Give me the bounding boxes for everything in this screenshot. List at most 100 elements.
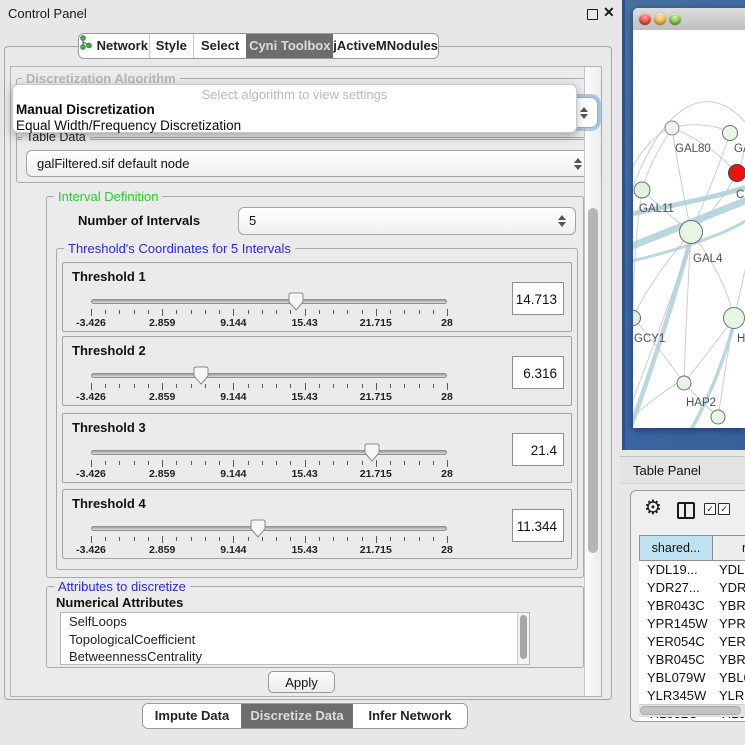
- slider-thumb[interactable]: [250, 519, 266, 538]
- table-row[interactable]: YLR345WYLR3: [639, 687, 745, 705]
- zoom-traffic-light-icon[interactable]: [669, 13, 681, 25]
- table-row[interactable]: YER054CYER0: [639, 633, 745, 651]
- float-window-icon[interactable]: [587, 9, 598, 20]
- table-cell[interactable]: YBL079W: [639, 669, 713, 687]
- table-cell[interactable]: YBR0: [713, 597, 745, 615]
- network-window-titlebar[interactable]: [633, 8, 745, 31]
- tick-mark: [333, 537, 334, 541]
- scrollbar-thumb[interactable]: [640, 706, 741, 715]
- network-node[interactable]: [665, 121, 679, 135]
- threshold-1-label: Threshold 1: [72, 269, 146, 284]
- table-cell[interactable]: YDL1: [713, 561, 745, 579]
- tick-mark: [233, 309, 234, 316]
- network-node[interactable]: [634, 182, 650, 198]
- scale-label: 9.144: [220, 544, 246, 556]
- table-row[interactable]: YDL19...YDL1: [639, 561, 745, 579]
- tick-mark: [419, 310, 420, 314]
- table-row[interactable]: YPR145WYPR1: [639, 615, 745, 633]
- tab-select[interactable]: Select: [193, 34, 246, 58]
- table-row[interactable]: YBR043CYBR0: [639, 597, 745, 615]
- close-traffic-light-icon[interactable]: [639, 13, 651, 25]
- network-node[interactable]: [711, 410, 725, 424]
- tab-cyni-toolbox[interactable]: Cyni Toolbox: [246, 34, 333, 58]
- network-node[interactable]: [633, 311, 641, 326]
- attribute-list-item[interactable]: TopologicalCoefficient: [61, 631, 529, 649]
- threshold-2-value-field[interactable]: 6.316: [512, 356, 564, 389]
- combo-stepper-icon: [558, 215, 566, 227]
- table-cell[interactable]: YPR145W: [639, 615, 713, 633]
- scale-label: 9.144: [220, 391, 246, 403]
- minimize-traffic-light-icon[interactable]: [654, 13, 666, 25]
- node-label: C: [736, 189, 744, 201]
- scale-label: -3.426: [76, 391, 106, 403]
- tick-mark: [148, 461, 149, 465]
- tick-mark: [148, 310, 149, 314]
- network-node[interactable]: [677, 376, 691, 390]
- panel-scrollbar[interactable]: [584, 67, 601, 696]
- apply-button[interactable]: Apply: [268, 671, 335, 693]
- popup-option-manual[interactable]: Manual Discretization: [13, 102, 576, 118]
- scale-label: 2.859: [149, 317, 175, 329]
- numerical-attributes-list[interactable]: SelfLoopsTopologicalCoefficientBetweenne…: [60, 612, 530, 665]
- table-cell[interactable]: YBR043C: [639, 597, 713, 615]
- number-of-intervals-combo[interactable]: 5: [238, 207, 576, 235]
- checkbox-icon[interactable]: ✓: [704, 503, 716, 515]
- threshold-3-slider[interactable]: -3.4262.8599.14415.4321.71528: [91, 448, 447, 482]
- table-cell[interactable]: YDR2: [713, 579, 745, 597]
- threshold-2-slider[interactable]: -3.4262.8599.14415.4321.71528: [91, 371, 447, 405]
- table-row[interactable]: YDR27...YDR2: [639, 579, 745, 597]
- attribute-list-item[interactable]: BetweennessCentrality: [61, 648, 529, 665]
- split-view-icon[interactable]: [677, 502, 695, 519]
- slider-thumb[interactable]: [193, 366, 209, 385]
- checkbox-icon[interactable]: ✓: [718, 503, 730, 515]
- table-horizontal-scrollbar[interactable]: [639, 704, 745, 717]
- slider-thumb[interactable]: [288, 292, 304, 311]
- network-node[interactable]: [680, 221, 703, 244]
- network-view-window: GAL80GACGAL11GAL4GCY1HHAP2: [633, 8, 745, 428]
- slider-thumb[interactable]: [364, 443, 380, 462]
- popup-option-equal-width[interactable]: Equal Width/Frequency Discretization: [13, 118, 576, 134]
- table-cell[interactable]: YER0: [713, 633, 745, 651]
- tab-impute-data[interactable]: Impute Data: [143, 704, 241, 728]
- threshold-1-value-field[interactable]: 14.713: [512, 282, 564, 315]
- table-data-combo[interactable]: galFiltered.sif default node: [26, 150, 592, 177]
- network-node[interactable]: [729, 165, 745, 182]
- network-canvas[interactable]: GAL80GACGAL11GAL4GCY1HHAP2: [633, 30, 745, 428]
- table-cell[interactable]: YPR1: [713, 615, 745, 633]
- scale-label: 28: [441, 317, 453, 329]
- attribute-list-item[interactable]: SelfLoops: [61, 613, 529, 631]
- threshold-4-slider[interactable]: -3.4262.8599.14415.4321.71528: [91, 524, 447, 558]
- close-icon[interactable]: ✕: [603, 4, 615, 21]
- table-cell[interactable]: YLR3: [713, 687, 745, 705]
- tab-discretize-data[interactable]: Discretize Data: [241, 704, 353, 728]
- tick-mark: [276, 384, 277, 388]
- tick-mark: [248, 384, 249, 388]
- table-row[interactable]: YBR045CYBR0: [639, 651, 745, 669]
- list-scrollbar[interactable]: [517, 613, 529, 664]
- network-node[interactable]: [723, 126, 738, 141]
- column-header-shared-name[interactable]: shared...: [639, 535, 713, 561]
- network-node[interactable]: [724, 308, 745, 329]
- tab-network[interactable]: Network: [79, 34, 149, 58]
- table-row[interactable]: YBL079WYBL0: [639, 669, 745, 687]
- tick-mark: [305, 536, 306, 543]
- tab-jactivemnodules[interactable]: jActiveMNodules: [333, 34, 438, 58]
- tick-mark: [404, 461, 405, 465]
- table-cell[interactable]: YDR27...: [639, 579, 713, 597]
- scrollbar-thumb[interactable]: [588, 208, 598, 553]
- threshold-3-value-field[interactable]: 21.4: [512, 433, 564, 466]
- table-cell[interactable]: YDL19...: [639, 561, 713, 579]
- tab-infer-network[interactable]: Infer Network: [353, 704, 467, 728]
- tab-style[interactable]: Style: [149, 34, 193, 58]
- column-header-name[interactable]: n: [713, 535, 745, 561]
- threshold-4-value-field[interactable]: 11.344: [512, 509, 564, 542]
- gear-icon[interactable]: ⚙: [644, 497, 662, 519]
- table-cell[interactable]: YBR0: [713, 651, 745, 669]
- table-cell[interactable]: YBR045C: [639, 651, 713, 669]
- table-cell[interactable]: YBL0: [713, 669, 745, 687]
- threshold-1-slider[interactable]: -3.4262.8599.14415.4321.71528: [91, 297, 447, 331]
- table-cell[interactable]: YER054C: [639, 633, 713, 651]
- table-cell[interactable]: YLR345W: [639, 687, 713, 705]
- tick-mark: [262, 384, 263, 388]
- tick-mark: [219, 461, 220, 465]
